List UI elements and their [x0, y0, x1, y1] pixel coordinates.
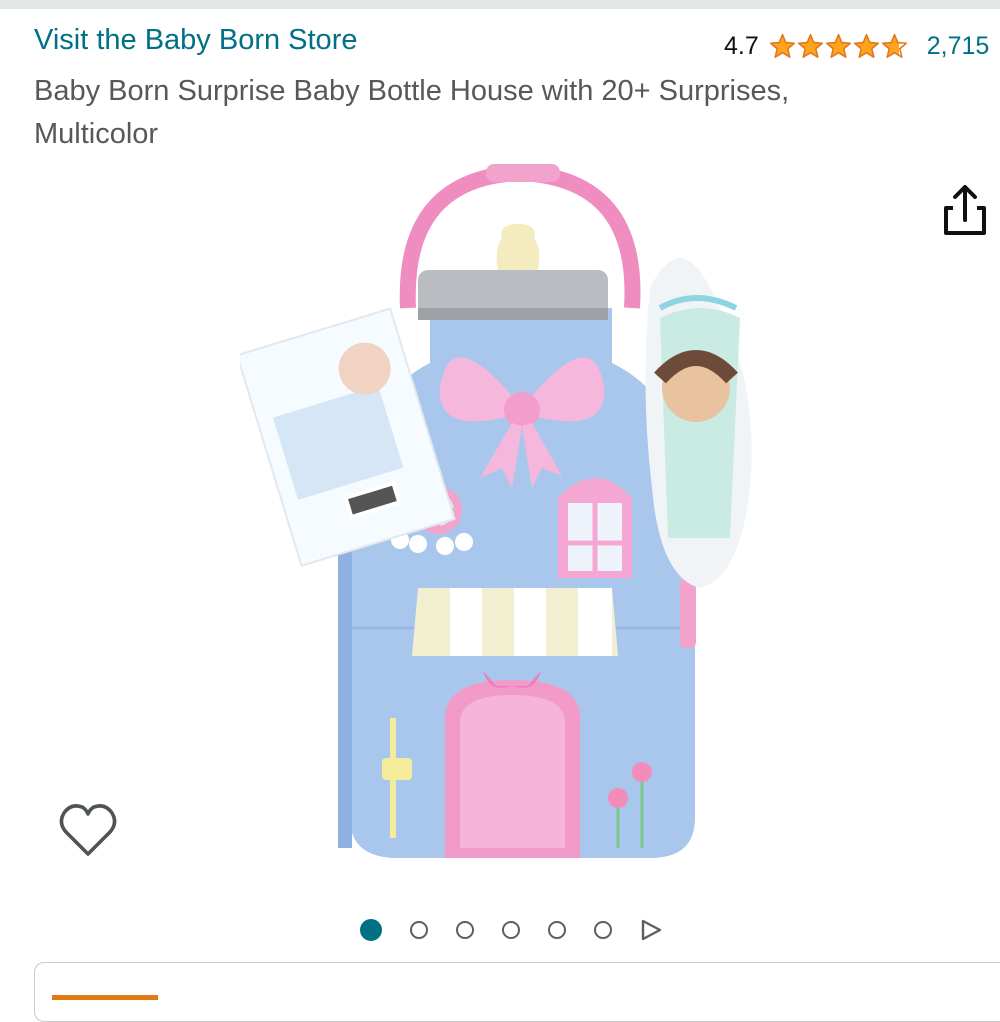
baby-bottle-house-illustration — [235, 164, 752, 858]
share-button[interactable] — [938, 180, 992, 240]
star-rating — [769, 33, 909, 60]
product-title: Baby Born Surprise Baby Bottle House wit… — [34, 75, 790, 150]
carousel-dot[interactable] — [456, 921, 474, 939]
wishlist-button[interactable] — [56, 798, 120, 862]
image-carousel-dots — [360, 912, 662, 948]
store-link[interactable]: Visit the Baby Born Store — [34, 24, 357, 57]
rating-count[interactable]: 2,715 — [927, 32, 990, 61]
carousel-dot[interactable] — [594, 921, 612, 939]
star-full-icon — [825, 33, 851, 58]
carousel-dot[interactable] — [410, 921, 428, 939]
share-icon — [944, 185, 986, 235]
top-divider — [0, 0, 1000, 9]
carousel-dot[interactable] — [360, 919, 382, 941]
star-full-icon — [797, 33, 823, 58]
star-half-icon — [881, 33, 907, 58]
rating-value: 4.7 — [724, 31, 759, 60]
product-image[interactable] — [235, 158, 810, 870]
rating-summary[interactable]: 4.7 2,715 — [724, 28, 989, 64]
carousel-dot[interactable] — [502, 921, 520, 939]
heart-outline-icon — [59, 804, 117, 856]
bottom-card — [34, 962, 1000, 1022]
carousel-dot[interactable] — [548, 921, 566, 939]
star-full-icon — [769, 33, 795, 58]
bottom-accent-bar — [52, 995, 158, 1000]
star-full-icon — [853, 33, 879, 58]
play-triangle-icon[interactable] — [640, 919, 662, 941]
